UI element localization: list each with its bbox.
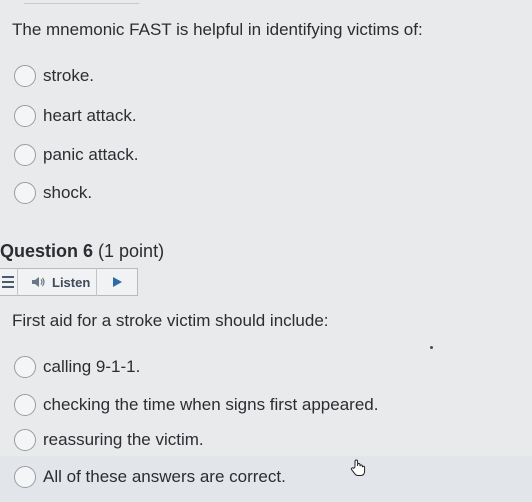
q5-option-shock[interactable]: shock. xyxy=(14,180,92,206)
play-icon xyxy=(112,277,122,287)
question-6-heading: Question 6 (1 point) xyxy=(0,241,164,262)
hand-pointer-icon xyxy=(350,459,366,476)
question-number: Question 6 xyxy=(0,241,94,261)
q5-option-panic-attack[interactable]: panic attack. xyxy=(14,142,138,168)
listen-label: Listen xyxy=(52,274,91,290)
option-label: stroke. xyxy=(43,66,95,85)
radio-button[interactable] xyxy=(14,466,36,488)
radio-button[interactable] xyxy=(14,394,36,416)
radio-button[interactable] xyxy=(14,105,36,127)
option-label: All of these answers are correct. xyxy=(43,467,286,486)
speaker-icon xyxy=(32,277,45,287)
q6-option-all-of-these[interactable]: All of these answers are correct. xyxy=(14,464,286,490)
option-label: calling 9-1-1. xyxy=(43,357,141,376)
hamburger-menu-icon[interactable] xyxy=(0,268,18,296)
question-5-prompt: The mnemonic FAST is helpful in identify… xyxy=(12,20,423,39)
question-points: (1 point) xyxy=(98,241,165,261)
play-button[interactable] xyxy=(97,268,137,296)
listen-button[interactable]: Listen xyxy=(18,268,98,296)
radio-button[interactable] xyxy=(14,356,36,378)
stray-dot xyxy=(430,346,433,349)
option-label: panic attack. xyxy=(43,145,139,164)
q6-option-reassuring[interactable]: reassuring the victim. xyxy=(14,427,204,453)
q5-option-stroke[interactable]: stroke. xyxy=(14,63,94,89)
radio-button[interactable] xyxy=(14,144,36,166)
radio-button[interactable] xyxy=(14,429,36,451)
top-divider xyxy=(24,3,139,4)
radio-button[interactable] xyxy=(14,65,36,87)
option-label: reassuring the victim. xyxy=(43,430,204,449)
option-label: checking the time when signs first appea… xyxy=(43,395,379,414)
radio-button[interactable] xyxy=(14,182,36,204)
listen-toolbar: Listen xyxy=(0,268,138,296)
q5-option-heart-attack[interactable]: heart attack. xyxy=(14,103,137,129)
question-6-prompt: First aid for a stroke victim should inc… xyxy=(12,311,329,330)
option-label: heart attack. xyxy=(43,106,137,125)
q6-option-checking-time[interactable]: checking the time when signs first appea… xyxy=(14,392,378,418)
q6-option-calling-911[interactable]: calling 9-1-1. xyxy=(14,354,140,380)
option-label: shock. xyxy=(43,183,93,202)
